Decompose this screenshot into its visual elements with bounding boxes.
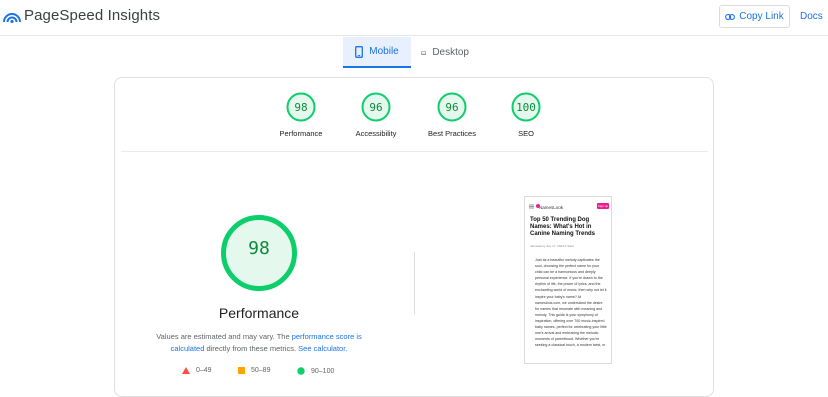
thumbnail-headline: Top 50 Trending Dog Names: What's Hot in… [530,217,596,237]
thumbnail-signup: Sign up [597,203,609,209]
gauge-label: Accessibility [355,129,397,138]
gauge-score: 96 [369,101,383,114]
thumbnail-meta: namesavvy July 17, 2024 0 Save [530,244,575,248]
link-icon [725,13,736,20]
legend-fail: 0–49 [182,367,212,374]
thumbnail-header: NamesLook Sign up [529,203,609,211]
site-logo-icon [536,204,540,208]
gauge-label: Best Practices [428,129,476,138]
app-title: PageSpeed Insights [24,7,161,24]
gauge-score: 96 [445,101,459,114]
device-tabs: Mobile Desktop [343,37,479,68]
tab-desktop-label: Desktop [432,47,469,58]
red-triangle-icon [182,367,190,374]
tab-mobile[interactable]: Mobile [343,37,411,68]
tab-desktop[interactable]: Desktop [411,37,479,68]
see-calculator-link[interactable]: See calculator. [298,344,347,353]
thumbnail-site-name: NamesLook [539,204,564,210]
vertical-separator [414,252,415,314]
mobile-phone-icon [355,45,364,58]
legend-average: 50–89 [238,367,270,374]
docs-link[interactable]: Docs [800,11,823,22]
gauge-label: SEO [518,129,534,138]
performance-title: Performance [218,305,300,321]
gauge-label: Performance [279,129,323,138]
note-text-1: Values are estimated and may vary. The [156,332,292,341]
copy-link-button[interactable]: Copy Link [719,5,790,28]
gauge-seo[interactable]: 100 SEO [496,92,556,138]
note-text-2: directly from these metrics. [204,344,299,353]
desktop-icon [421,50,427,55]
legend-pass-range: 90–100 [311,367,335,375]
copy-link-label: Copy Link [739,11,784,22]
pagespeed-logo-icon [3,13,21,23]
top-bar: PageSpeed Insights Copy Link Docs [0,0,828,36]
green-circle-icon [297,367,305,375]
performance-score: 98 [248,238,270,259]
orange-square-icon [238,367,245,374]
page-screenshot-thumbnail[interactable]: NamesLook Sign up Top 50 Trending Dog Na… [524,196,612,364]
legend-average-range: 50–89 [251,367,271,374]
gauge-score: 98 [294,101,308,114]
gauge-performance[interactable]: 98 Performance [271,92,331,138]
legend-fail-range: 0–49 [196,367,212,374]
hamburger-icon [529,204,534,209]
score-gauges: 98 Performance 96 Accessibility 96 Best … [280,92,550,148]
score-legend: 0–49 50–89 90–100 [182,367,382,377]
tab-mobile-label: Mobile [369,46,399,57]
legend-pass: 90–100 [297,367,334,375]
thumbnail-body: Just as a beautiful melody captivates th… [535,258,607,348]
gauge-accessibility[interactable]: 96 Accessibility [346,92,406,138]
section-divider [121,151,708,152]
gauge-best-practices[interactable]: 96 Best Practices [422,92,482,138]
gauge-score: 100 [516,101,536,114]
score-note: Values are estimated and may vary. The p… [139,331,379,355]
